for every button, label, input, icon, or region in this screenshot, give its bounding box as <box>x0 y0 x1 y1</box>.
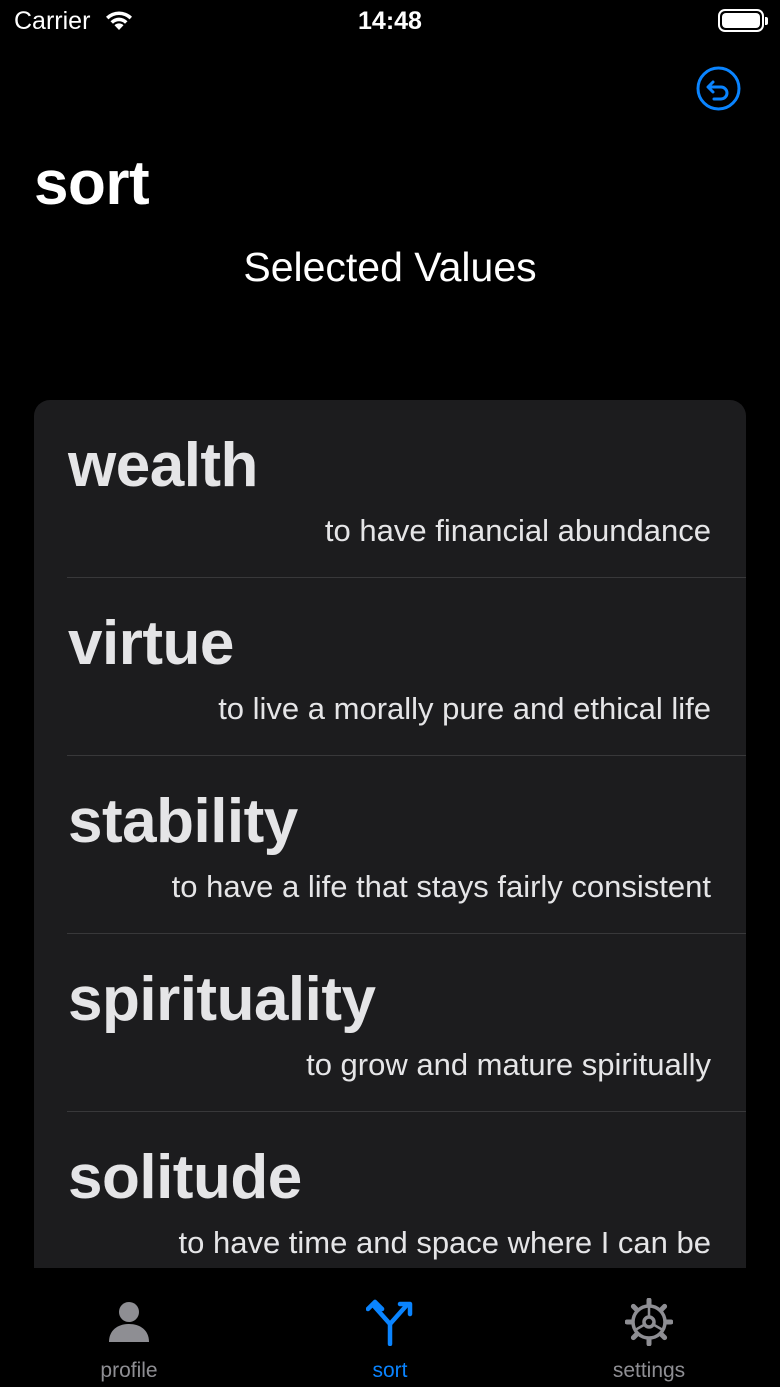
tab-settings[interactable]: settings <box>549 1268 749 1387</box>
value-description: to live a morally pure and ethical life <box>218 691 711 726</box>
value-description: to have financial abundance <box>324 513 711 548</box>
undo-circle-icon <box>696 66 741 111</box>
section-title: Selected Values <box>243 244 537 290</box>
list-item[interactable]: solitude to have time and space where I … <box>34 1112 746 1268</box>
tab-bar: profile sort settings <box>0 1268 780 1387</box>
tab-label: sort <box>372 1359 408 1382</box>
undo-button[interactable] <box>696 66 741 111</box>
tab-sort[interactable]: sort <box>290 1268 490 1387</box>
value-description: to grow and mature spiritually <box>306 1047 711 1082</box>
sort-screen: Carrier 14:48 sort Selected Values wealt… <box>0 0 780 1387</box>
clock: 14:48 <box>358 7 422 35</box>
values-list: wealth to have financial abundance virtu… <box>34 400 746 1268</box>
value-description: to have a life that stays fairly consist… <box>171 869 711 904</box>
gear-icon <box>625 1298 673 1346</box>
value-description: to have time and space where I can be <box>178 1225 712 1260</box>
value-name: solitude <box>68 1143 302 1212</box>
page-title: sort <box>34 149 150 218</box>
list-item[interactable]: stability to have a life that stays fair… <box>34 756 746 934</box>
list-item[interactable]: wealth to have financial abundance <box>34 400 746 578</box>
tab-profile[interactable]: profile <box>29 1268 229 1387</box>
value-name: stability <box>68 787 298 856</box>
value-name: virtue <box>68 609 234 678</box>
fork-arrows-icon <box>366 1299 413 1346</box>
list-item[interactable]: spirituality to grow and mature spiritua… <box>34 934 746 1112</box>
person-icon <box>109 1302 149 1342</box>
value-name: spirituality <box>68 965 376 1034</box>
tab-label: settings <box>612 1359 686 1382</box>
list-item[interactable]: virtue to live a morally pure and ethica… <box>34 578 746 756</box>
status-bar: Carrier 14:48 <box>0 0 780 44</box>
battery-icon <box>718 9 768 32</box>
value-name: wealth <box>68 431 258 500</box>
tab-label: profile <box>100 1359 158 1382</box>
